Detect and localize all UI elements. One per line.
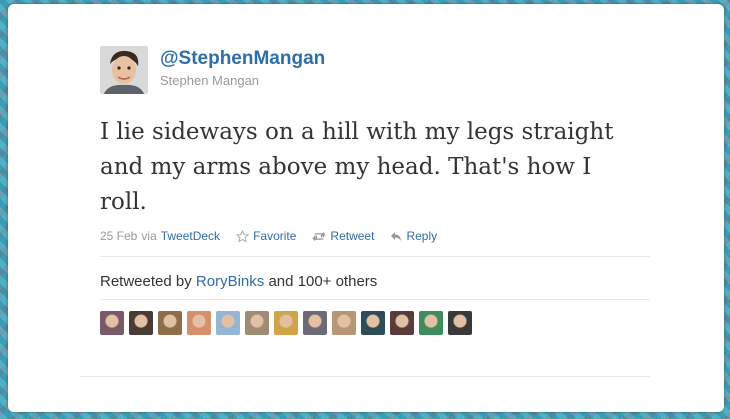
favorite-label: Favorite: [253, 229, 297, 243]
source-link[interactable]: TweetDeck: [161, 229, 220, 243]
divider: [100, 256, 650, 257]
retweeter-avatar[interactable]: [274, 311, 298, 335]
screen-name-link[interactable]: @StephenMangan: [160, 48, 325, 70]
reply-icon: [391, 231, 402, 241]
retweeter-avatar[interactable]: [245, 311, 269, 335]
tweet-meta: 25 Feb via TweetDeck Favorite Retweet Re…: [100, 228, 437, 244]
tweet-date[interactable]: 25 Feb: [100, 229, 137, 243]
favorite-action[interactable]: Favorite: [236, 229, 296, 243]
star-icon: [236, 229, 250, 243]
retweeter-avatar[interactable]: [419, 311, 443, 335]
retweeter-avatar[interactable]: [390, 311, 414, 335]
divider: [100, 299, 650, 300]
via-label: via: [141, 229, 157, 243]
tweet-card: @StephenMangan Stephen Mangan I lie side…: [8, 4, 724, 412]
retweet-action[interactable]: Retweet: [312, 229, 374, 243]
retweeter-avatar[interactable]: [332, 311, 356, 335]
tweet-text: I lie sideways on a hill with my legs st…: [100, 119, 614, 215]
avatar[interactable]: [100, 46, 148, 94]
retweeter-avatar[interactable]: [303, 311, 327, 335]
retweeter-avatar[interactable]: [361, 311, 385, 335]
retweeter-avatars: [100, 311, 472, 335]
retweeter-avatar[interactable]: [100, 311, 124, 335]
retweeter-avatar[interactable]: [216, 311, 240, 335]
retweeter-avatar[interactable]: [187, 311, 211, 335]
retweeter-avatar[interactable]: [448, 311, 472, 335]
avatar-image: [100, 46, 148, 94]
retweet-icon: [312, 231, 327, 241]
retweeted-prefix: Retweeted by: [100, 273, 192, 290]
retweeter-avatar[interactable]: [129, 311, 153, 335]
reply-action[interactable]: Reply: [390, 229, 437, 243]
retweeter-link[interactable]: RoryBinks: [196, 273, 264, 290]
retweeted-by: Retweeted by RoryBinks and 100+ others: [100, 273, 377, 290]
retweet-label: Retweet: [330, 229, 375, 243]
retweeter-avatar[interactable]: [158, 311, 182, 335]
retweeted-suffix: and 100+ others: [268, 273, 378, 290]
reply-label: Reply: [406, 229, 438, 243]
full-name: Stephen Mangan: [160, 73, 260, 88]
divider: [80, 376, 650, 377]
